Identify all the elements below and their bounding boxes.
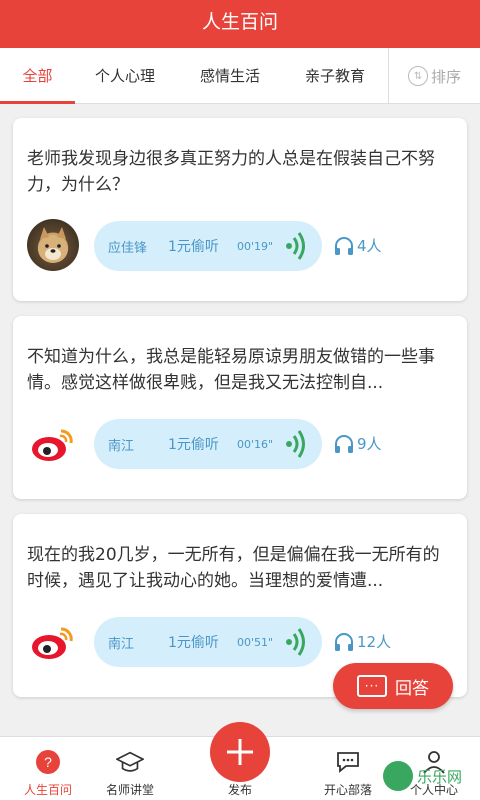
question-text: 现在的我20几岁，一无所有，但是偏偏在我一无所有的时候，遇见了让我动心的她。当理… bbox=[27, 545, 440, 591]
sort-button[interactable]: ⇅ 排序 bbox=[388, 48, 480, 104]
listener-count-text: 12人 bbox=[357, 633, 392, 651]
nav-label: 名师讲堂 bbox=[105, 783, 154, 797]
nav-happy-tribe[interactable]: 开心部落 bbox=[300, 737, 396, 800]
headphones-icon bbox=[335, 434, 353, 453]
sound-wave-icon bbox=[286, 232, 308, 264]
category-tabs: 全部 个人心理 感情生活 亲子教育 ⇅ 排序 bbox=[0, 48, 480, 104]
headphones-icon bbox=[335, 632, 353, 651]
tab-parenting[interactable]: 亲子教育 bbox=[285, 48, 385, 104]
publish-button[interactable] bbox=[210, 722, 270, 782]
answer-button-label: 回答 bbox=[395, 678, 429, 699]
listener-count: 9人 bbox=[333, 433, 382, 454]
question-icon: ? bbox=[34, 748, 62, 776]
listener-count-text: 9人 bbox=[357, 435, 382, 453]
listener-count: 12人 bbox=[333, 631, 391, 652]
avatar[interactable] bbox=[27, 219, 79, 271]
audio-duration: 00'51" bbox=[237, 635, 274, 649]
answerer-name: 南江 bbox=[108, 636, 135, 652]
audio-duration: 00'19" bbox=[237, 239, 274, 253]
listen-price: 1元偷听 bbox=[168, 239, 219, 255]
sound-wave-icon bbox=[286, 430, 308, 462]
sort-label: 排序 bbox=[430, 67, 461, 86]
question-text: 不知道为什么，我总是能轻易原谅男朋友做错的一些事情。感觉这样做很卑贱，但是我又无… bbox=[27, 347, 435, 393]
question-card[interactable]: 不知道为什么，我总是能轻易原谅男朋友做错的一些事情。感觉这样做很卑贱，但是我又无… bbox=[13, 316, 467, 499]
question-text: 老师我发现身边很多真正努力的人总是在假装自己不努力，为什么？ bbox=[27, 149, 435, 195]
avatar[interactable] bbox=[27, 417, 79, 469]
listener-count: 4人 bbox=[333, 235, 382, 256]
svg-text:?: ? bbox=[44, 754, 52, 770]
watermark-logo bbox=[383, 761, 413, 791]
graduation-cap-icon bbox=[116, 748, 144, 776]
page-title: 人生百问 bbox=[201, 10, 278, 33]
watermark-text: 乐乐网 bbox=[417, 767, 463, 786]
voice-answer-bubble[interactable]: 南江 1元偷听 00'51" bbox=[94, 617, 322, 667]
tab-emotional-life[interactable]: 感情生活 bbox=[175, 48, 285, 104]
avatar[interactable] bbox=[27, 615, 79, 667]
nav-master-lectures[interactable]: 名师讲堂 bbox=[82, 737, 178, 800]
nav-label: 人生百问 bbox=[23, 783, 72, 797]
headphones-icon bbox=[335, 236, 353, 255]
plus-icon bbox=[227, 739, 253, 765]
answer-button[interactable]: ··· 回答 bbox=[333, 663, 453, 709]
voice-answer-bubble[interactable]: 南江 1元偷听 00'16" bbox=[94, 419, 322, 469]
nav-label: 开心部落 bbox=[323, 783, 372, 797]
audio-duration: 00'16" bbox=[237, 437, 274, 451]
tab-personal-psychology[interactable]: 个人心理 bbox=[75, 48, 175, 104]
nav-label: 发布 bbox=[227, 783, 252, 797]
question-card[interactable]: 老师我发现身边很多真正努力的人总是在假装自己不努力，为什么？ 应佳锋 1元偷听 … bbox=[13, 118, 467, 301]
chat-icon: ··· bbox=[357, 675, 387, 697]
tab-all[interactable]: 全部 bbox=[0, 48, 75, 104]
chat-bubble-icon bbox=[334, 748, 362, 776]
listener-count-text: 4人 bbox=[357, 237, 382, 255]
sound-wave-icon bbox=[286, 628, 308, 660]
sort-icon: ⇅ bbox=[407, 66, 428, 86]
app-header: 人生百问 bbox=[0, 0, 480, 48]
voice-answer-bubble[interactable]: 应佳锋 1元偷听 00'19" bbox=[94, 221, 322, 271]
answerer-name: 应佳锋 bbox=[108, 240, 148, 256]
listen-price: 1元偷听 bbox=[168, 437, 219, 453]
watermark: 乐乐网 bbox=[383, 756, 480, 796]
answerer-name: 南江 bbox=[108, 438, 135, 454]
listen-price: 1元偷听 bbox=[168, 635, 219, 651]
